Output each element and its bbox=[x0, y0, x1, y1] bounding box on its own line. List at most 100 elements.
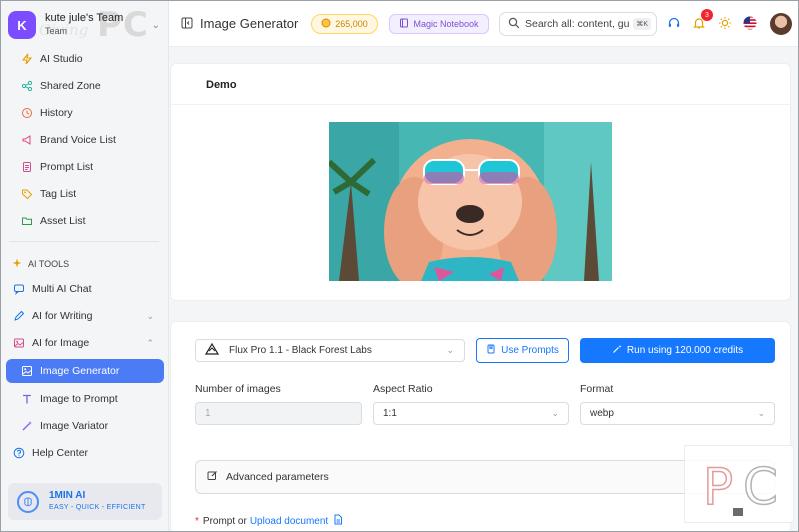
credits-badge[interactable]: 265,000 bbox=[311, 14, 378, 34]
sidebar-item-label: Shared Zone bbox=[40, 80, 101, 92]
search-input[interactable] bbox=[525, 18, 630, 30]
sidebar-item-image-to-prompt[interactable]: Image to Prompt bbox=[6, 387, 164, 411]
megaphone-icon bbox=[20, 134, 33, 147]
sidebar-item-ai-studio[interactable]: AI Studio bbox=[6, 47, 164, 71]
format-select[interactable]: webp ⌄ bbox=[580, 402, 775, 425]
sidebar-item-label: Asset List bbox=[40, 215, 86, 227]
chevron-down-icon: ⌄ bbox=[446, 345, 454, 355]
sidebar-item-label: Prompt List bbox=[40, 161, 94, 173]
sidebar-item-help-center[interactable]: Help Center bbox=[6, 441, 164, 465]
format-label: Format bbox=[580, 383, 614, 395]
sparkle-icon bbox=[12, 258, 22, 270]
text-icon bbox=[20, 393, 33, 406]
sidebar-item-brand-voice-list[interactable]: Brand Voice List bbox=[6, 128, 164, 152]
document-icon bbox=[20, 161, 33, 174]
sidebar-item-label: Brand Voice List bbox=[40, 134, 116, 146]
team-avatar: K bbox=[8, 11, 36, 39]
promo-title: 1MIN AI bbox=[49, 489, 86, 501]
sidebar-item-shared-zone[interactable]: Shared Zone bbox=[6, 74, 164, 98]
image-gen-icon bbox=[20, 365, 33, 378]
top-header: Image Generator 265,000 Magic Notebook ⌘… bbox=[169, 1, 798, 47]
sidebar-item-prompt-list[interactable]: Prompt List bbox=[6, 155, 164, 179]
help-icon bbox=[12, 447, 25, 460]
user-avatar[interactable] bbox=[770, 13, 792, 35]
folder-icon bbox=[20, 215, 33, 228]
aspect-ratio-value: 1:1 bbox=[383, 408, 397, 419]
aspect-ratio-select[interactable]: 1:1 ⌄ bbox=[373, 402, 569, 425]
upload-document-link[interactable]: Upload document bbox=[250, 516, 328, 527]
promo-card[interactable]: 1MIN AI EASY - QUICK - EFFICIENT bbox=[8, 483, 162, 520]
chevron-down-icon: ⌄ bbox=[151, 20, 160, 31]
model-value: Flux Pro 1.1 - Black Forest Labs bbox=[229, 345, 372, 356]
page-title: Image Generator bbox=[200, 16, 299, 31]
sidebar-item-label: Image Generator bbox=[40, 365, 120, 377]
sidebar-item-ai-for-image[interactable]: AI for Image ⌃ bbox=[6, 331, 164, 355]
sidebar: Giving PC K kute jule's Team Team ⌄ AI S… bbox=[1, 1, 169, 531]
sidebar-item-image-variator[interactable]: Image Variator bbox=[6, 414, 164, 438]
sidebar-item-label: Tag List bbox=[40, 188, 77, 200]
history-icon bbox=[20, 107, 33, 120]
sidebar-item-image-generator[interactable]: Image Generator bbox=[6, 359, 164, 383]
credits-amount: 265,000 bbox=[335, 19, 368, 29]
num-images-label: Number of images bbox=[195, 383, 281, 395]
image-icon bbox=[12, 337, 25, 350]
run-button-label: Run using 120.000 credits bbox=[626, 345, 744, 356]
us-flag-icon[interactable] bbox=[743, 16, 757, 30]
magic-notebook-button[interactable]: Magic Notebook bbox=[389, 14, 489, 34]
share-icon bbox=[20, 80, 33, 93]
headset-icon[interactable] bbox=[667, 16, 681, 30]
demo-divider bbox=[171, 104, 790, 105]
tag-icon bbox=[20, 188, 33, 201]
magic-notebook-label: Magic Notebook bbox=[413, 19, 479, 29]
wand-icon bbox=[20, 420, 33, 433]
required-marker: * bbox=[195, 515, 199, 527]
sidebar-item-label: Help Center bbox=[32, 447, 89, 459]
use-prompts-button[interactable]: Use Prompts bbox=[476, 338, 569, 363]
demo-image bbox=[329, 122, 612, 281]
sidebar-toggle-icon[interactable] bbox=[181, 17, 193, 32]
sun-icon[interactable] bbox=[718, 16, 732, 30]
sidebar-item-multi-ai-chat[interactable]: Multi AI Chat bbox=[6, 277, 164, 301]
sidebar-item-label: History bbox=[40, 107, 73, 119]
sidebar-item-history[interactable]: History bbox=[6, 101, 164, 125]
sidebar-item-tag-list[interactable]: Tag List bbox=[6, 182, 164, 206]
lightning-icon bbox=[20, 53, 33, 66]
promo-subtitle: EASY - QUICK - EFFICIENT bbox=[49, 503, 146, 511]
notification-badge: 3 bbox=[701, 9, 713, 21]
notebook-icon bbox=[399, 18, 409, 30]
svg-text:C: C bbox=[743, 458, 778, 516]
sidebar-item-asset-list[interactable]: Asset List bbox=[6, 209, 164, 233]
team-name: kute jule's Team bbox=[45, 12, 124, 24]
pen-icon bbox=[12, 310, 25, 323]
demo-card: Demo bbox=[170, 63, 791, 301]
document-upload-icon[interactable] bbox=[333, 514, 343, 528]
chevron-up-icon: ⌃ bbox=[146, 337, 154, 348]
sidebar-item-label: AI for Image bbox=[32, 337, 90, 349]
sidebar-item-ai-for-writing[interactable]: AI for Writing ⌄ bbox=[6, 304, 164, 328]
pc-watermark-logo: P C bbox=[684, 445, 794, 523]
chat-icon bbox=[12, 283, 25, 296]
svg-text:P: P bbox=[703, 458, 733, 516]
app-window: Giving PC K kute jule's Team Team ⌄ AI S… bbox=[0, 0, 799, 532]
advanced-parameters-label: Advanced parameters bbox=[226, 471, 329, 483]
format-value: webp bbox=[590, 408, 614, 419]
coin-icon bbox=[321, 18, 331, 30]
run-button[interactable]: Run using 120.000 credits bbox=[580, 338, 775, 363]
use-prompts-label: Use Prompts bbox=[501, 345, 559, 356]
chevron-down-icon: ⌄ bbox=[757, 408, 765, 418]
bookmark-icon bbox=[486, 344, 496, 357]
sidebar-item-label: AI for Writing bbox=[32, 310, 93, 322]
chevron-down-icon: ⌄ bbox=[551, 408, 559, 418]
num-images-input[interactable]: 1 bbox=[195, 402, 362, 425]
brain-icon bbox=[17, 490, 39, 513]
global-search[interactable]: ⌘K bbox=[499, 12, 657, 36]
prompt-label-text: Prompt or bbox=[202, 515, 247, 527]
team-role: Team bbox=[45, 26, 68, 36]
search-shortcut: ⌘K bbox=[633, 18, 651, 30]
aspect-ratio-label: Aspect Ratio bbox=[373, 383, 433, 395]
chevron-down-icon: ⌄ bbox=[146, 310, 154, 321]
model-select[interactable]: Flux Pro 1.1 - Black Forest Labs ⌄ bbox=[195, 339, 465, 362]
sidebar-item-label: Multi AI Chat bbox=[32, 283, 92, 295]
sidebar-item-label: Image to Prompt bbox=[40, 393, 118, 405]
team-switcher[interactable]: K kute jule's Team Team ⌄ bbox=[8, 10, 164, 40]
